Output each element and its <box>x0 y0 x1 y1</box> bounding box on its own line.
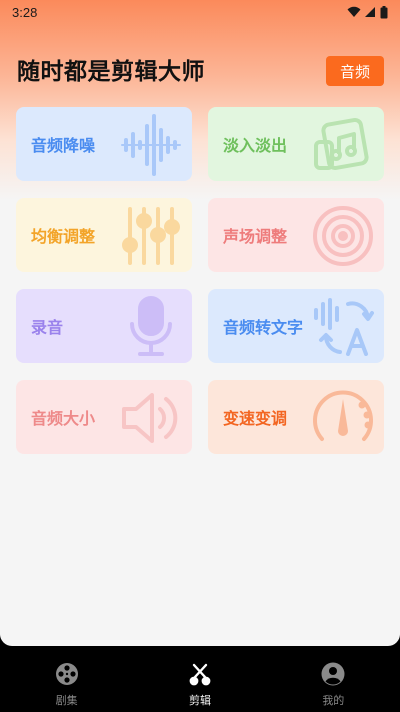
app-screen: 3:28 随时都是剪辑大师 音频 音频降噪 淡入淡出 均衡调整 声场调整 录音 … <box>0 0 400 646</box>
card-speed-pitch[interactable]: 变速变调 <box>208 380 384 454</box>
waveform-icon <box>120 114 182 176</box>
card-audio-volume[interactable]: 音频大小 <box>16 380 192 454</box>
film-reel-icon <box>55 662 79 686</box>
scissors-icon <box>188 662 212 686</box>
card-equalizer[interactable]: 均衡调整 <box>16 198 192 272</box>
card-audio-denoise[interactable]: 音频降噪 <box>16 107 192 181</box>
card-fade-in-out[interactable]: 淡入淡出 <box>208 107 384 181</box>
signal-icon <box>365 6 376 18</box>
card-speech-to-text[interactable]: 音频转文字 <box>208 289 384 363</box>
card-label: 音频转文字 <box>223 318 304 337</box>
tab-label: 剪辑 <box>188 694 211 707</box>
card-label: 音频大小 <box>31 409 96 428</box>
audio-button[interactable]: 音频 <box>326 56 384 86</box>
speech-to-text-icon <box>312 296 374 358</box>
wifi-icon <box>347 6 361 18</box>
card-label: 淡入淡出 <box>223 136 288 155</box>
card-record[interactable]: 录音 <box>16 289 192 363</box>
card-label: 声场调整 <box>223 227 288 246</box>
speed-gauge-icon <box>312 387 374 449</box>
tab-episodes[interactable]: 剧集 <box>0 646 133 712</box>
page-title: 随时都是剪辑大师 <box>17 59 205 85</box>
status-bar: 3:28 <box>0 0 400 24</box>
microphone-icon <box>120 296 182 358</box>
card-label: 均衡调整 <box>31 227 96 246</box>
volume-icon <box>120 387 182 449</box>
speaker-cone-icon <box>312 205 374 267</box>
card-label: 音频降噪 <box>31 136 96 155</box>
profile-icon <box>321 662 345 686</box>
status-icons <box>347 5 388 19</box>
equalizer-sliders-icon <box>120 205 182 267</box>
bottom-tab-bar: 剧集 剪辑 我的 <box>0 646 400 712</box>
tab-label: 我的 <box>322 694 345 707</box>
card-label: 变速变调 <box>223 409 288 428</box>
tab-label: 剧集 <box>55 694 78 707</box>
card-sound-field[interactable]: 声场调整 <box>208 198 384 272</box>
tab-editing[interactable]: 剪辑 <box>133 646 266 712</box>
card-label: 录音 <box>31 318 64 337</box>
status-time: 3:28 <box>12 4 38 20</box>
music-file-icon <box>312 114 374 176</box>
tab-profile[interactable]: 我的 <box>267 646 400 712</box>
battery-icon <box>380 5 388 19</box>
